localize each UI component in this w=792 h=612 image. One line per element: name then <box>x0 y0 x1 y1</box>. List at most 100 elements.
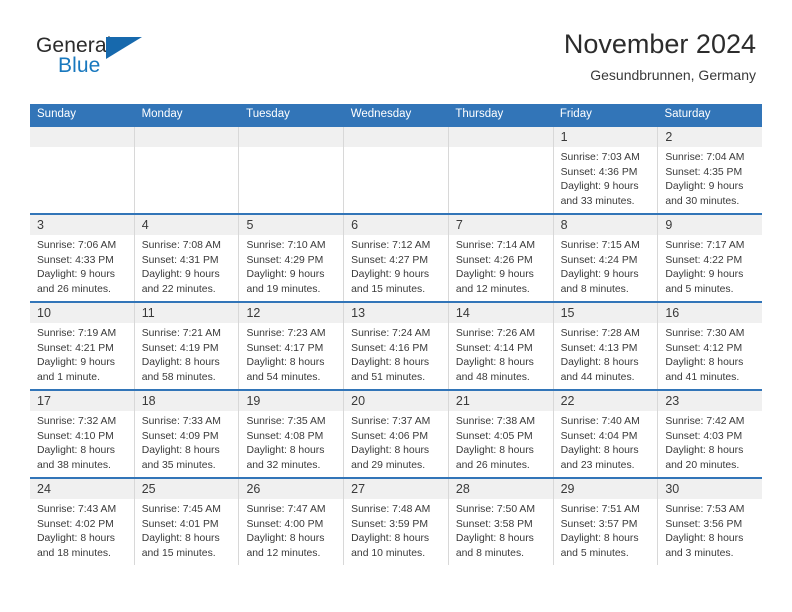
sunset-time: Sunset: 4:21 PM <box>37 342 114 354</box>
day-number: 28 <box>455 482 470 496</box>
day-number: 15 <box>560 306 575 320</box>
sunset-time: Sunset: 4:31 PM <box>141 254 219 266</box>
daylight-duration-line2: and 58 minutes. <box>141 371 216 383</box>
day-details: Sunrise: 7:26 AM Sunset: 4:14 PM Daylight:… <box>448 323 553 386</box>
day-cell[interactable]: 19 Sunrise: 7:35 AM Sunset: 4:08 PM Dayligh… <box>238 391 344 477</box>
calendar-week-row: 24 Sunrise: 7:43 AM Sunset: 4:02 PM Dayligh… <box>30 477 763 565</box>
daylight-duration-line2: and 30 minutes. <box>665 195 740 207</box>
day-cell[interactable]: 17 Sunrise: 7:32 AM Sunset: 4:10 PM Dayligh… <box>30 391 134 477</box>
day-details: Sunrise: 7:24 AM Sunset: 4:16 PM Daylight:… <box>344 323 448 386</box>
day-cell[interactable]: 4 Sunrise: 7:08 AM Sunset: 4:31 PM Daylight… <box>133 215 239 301</box>
sunrise-time: Sunrise: 7:42 AM <box>665 416 745 427</box>
sunrise-time: Sunrise: 7:30 AM <box>665 328 745 339</box>
sunrise-time: Sunrise: 7:19 AM <box>37 328 117 339</box>
day-number: 27 <box>351 482 366 496</box>
day-number-band <box>448 127 553 147</box>
day-cell[interactable]: 14 Sunrise: 7:26 AM Sunset: 4:14 PM Dayligh… <box>447 303 553 389</box>
day-cell[interactable]: 29 Sunrise: 7:51 AM Sunset: 3:57 PM Dayligh… <box>552 479 658 565</box>
day-details: Sunrise: 7:15 AM Sunset: 4:24 PM Daylight:… <box>553 235 658 298</box>
weekday-header-saturday: Saturday <box>664 108 711 120</box>
daylight-duration-line2: and 35 minutes. <box>141 459 216 471</box>
day-number: 26 <box>246 482 261 496</box>
day-number-band: 28 <box>448 479 553 499</box>
day-cell[interactable]: 9 Sunrise: 7:17 AM Sunset: 4:22 PM Daylight… <box>657 215 763 301</box>
sunset-time: Sunset: 3:57 PM <box>560 518 638 530</box>
day-cell[interactable]: 27 Sunrise: 7:48 AM Sunset: 3:59 PM Dayligh… <box>343 479 448 565</box>
calendar-week-row: 1 Sunrise: 7:03 AM Sunset: 4:36 PM Daylight… <box>30 125 763 213</box>
day-number-band: 26 <box>239 479 344 499</box>
daylight-duration-line1: Daylight: 9 hours <box>665 181 744 193</box>
daylight-duration-line1: Daylight: 8 hours <box>141 357 220 369</box>
day-details: Sunrise: 7:28 AM Sunset: 4:13 PM Daylight:… <box>553 323 658 386</box>
sunset-time: Sunset: 4:13 PM <box>560 342 638 354</box>
calendar-week-row: 3 Sunrise: 7:06 AM Sunset: 4:33 PM Daylight… <box>30 213 763 301</box>
sunset-time: Sunset: 4:01 PM <box>141 518 219 530</box>
day-details: Sunrise: 7:48 AM Sunset: 3:59 PM Daylight:… <box>344 499 448 562</box>
day-cell[interactable]: 6 Sunrise: 7:12 AM Sunset: 4:27 PM Daylight… <box>343 215 448 301</box>
day-cell-empty <box>447 127 553 213</box>
day-number: 20 <box>351 394 366 408</box>
day-cell[interactable]: 30 Sunrise: 7:53 AM Sunset: 3:56 PM Dayligh… <box>657 479 763 565</box>
day-cell[interactable]: 26 Sunrise: 7:47 AM Sunset: 4:00 PM Dayligh… <box>238 479 344 565</box>
daylight-duration-line2: and 20 minutes. <box>665 459 740 471</box>
day-number: 6 <box>351 218 359 232</box>
sunset-time: Sunset: 4:35 PM <box>665 166 743 178</box>
day-number-band: 27 <box>344 479 448 499</box>
day-number: 21 <box>455 394 470 408</box>
day-number: 23 <box>665 394 680 408</box>
title-block: November 2024 Gesundbrunnen, Germany <box>564 28 756 85</box>
daylight-duration-line2: and 5 minutes. <box>665 283 734 295</box>
sunset-time: Sunset: 4:06 PM <box>351 430 428 442</box>
day-number-band: 2 <box>658 127 763 147</box>
daylight-duration-line1: Daylight: 8 hours <box>455 445 534 457</box>
day-cell[interactable]: 5 Sunrise: 7:10 AM Sunset: 4:29 PM Daylight… <box>238 215 344 301</box>
daylight-duration-line1: Daylight: 9 hours <box>351 269 430 281</box>
day-cell[interactable]: 16 Sunrise: 7:30 AM Sunset: 4:12 PM Dayligh… <box>657 303 763 389</box>
day-cell-empty <box>343 127 448 213</box>
day-cell[interactable]: 28 Sunrise: 7:50 AM Sunset: 3:58 PM Dayligh… <box>447 479 553 565</box>
day-number-band <box>30 127 134 147</box>
day-number: 14 <box>455 306 470 320</box>
day-number: 16 <box>665 306 680 320</box>
day-number: 22 <box>560 394 575 408</box>
day-details: Sunrise: 7:51 AM Sunset: 3:57 PM Daylight:… <box>553 499 658 562</box>
day-cell[interactable]: 18 Sunrise: 7:33 AM Sunset: 4:09 PM Dayligh… <box>133 391 239 477</box>
sunrise-time: Sunrise: 7:08 AM <box>141 240 221 251</box>
day-cell[interactable]: 3 Sunrise: 7:06 AM Sunset: 4:33 PM Daylight… <box>30 215 134 301</box>
daylight-duration-line2: and 54 minutes. <box>246 371 321 383</box>
day-cell[interactable]: 8 Sunrise: 7:15 AM Sunset: 4:24 PM Daylight… <box>552 215 658 301</box>
day-cell[interactable]: 7 Sunrise: 7:14 AM Sunset: 4:26 PM Daylight… <box>447 215 553 301</box>
daylight-duration-line1: Daylight: 8 hours <box>455 357 534 369</box>
day-cell[interactable]: 22 Sunrise: 7:40 AM Sunset: 4:04 PM Dayligh… <box>552 391 658 477</box>
day-cell[interactable]: 24 Sunrise: 7:43 AM Sunset: 4:02 PM Dayligh… <box>30 479 134 565</box>
day-cell[interactable]: 11 Sunrise: 7:21 AM Sunset: 4:19 PM Dayligh… <box>133 303 239 389</box>
day-cell[interactable]: 23 Sunrise: 7:42 AM Sunset: 4:03 PM Dayligh… <box>657 391 763 477</box>
daylight-duration-line1: Daylight: 8 hours <box>665 357 744 369</box>
daylight-duration-line1: Daylight: 8 hours <box>246 357 325 369</box>
day-number-band: 19 <box>239 391 344 411</box>
day-cell[interactable]: 15 Sunrise: 7:28 AM Sunset: 4:13 PM Dayligh… <box>552 303 658 389</box>
day-cell[interactable]: 1 Sunrise: 7:03 AM Sunset: 4:36 PM Daylight… <box>552 127 658 213</box>
daylight-duration-line1: Daylight: 9 hours <box>455 269 534 281</box>
day-number: 30 <box>665 482 680 496</box>
sunrise-time: Sunrise: 7:03 AM <box>560 152 640 163</box>
day-cell[interactable]: 12 Sunrise: 7:23 AM Sunset: 4:17 PM Dayligh… <box>238 303 344 389</box>
day-number-band: 6 <box>344 215 448 235</box>
sunrise-time: Sunrise: 7:15 AM <box>560 240 640 251</box>
day-number: 11 <box>141 306 155 320</box>
day-number-band: 15 <box>553 303 658 323</box>
sunset-time: Sunset: 4:10 PM <box>37 430 114 442</box>
day-cell[interactable]: 20 Sunrise: 7:37 AM Sunset: 4:06 PM Dayligh… <box>343 391 448 477</box>
sunrise-time: Sunrise: 7:32 AM <box>37 416 117 427</box>
day-cell[interactable]: 25 Sunrise: 7:45 AM Sunset: 4:01 PM Dayligh… <box>133 479 239 565</box>
day-cell[interactable]: 10 Sunrise: 7:19 AM Sunset: 4:21 PM Dayligh… <box>30 303 134 389</box>
general-blue-logo[interactable]: General Blue <box>36 34 166 82</box>
sunset-time: Sunset: 4:27 PM <box>351 254 428 266</box>
day-cell[interactable]: 2 Sunrise: 7:04 AM Sunset: 4:35 PM Daylight… <box>657 127 763 213</box>
sunset-time: Sunset: 4:03 PM <box>665 430 743 442</box>
day-details: Sunrise: 7:37 AM Sunset: 4:06 PM Daylight:… <box>344 411 448 474</box>
day-details: Sunrise: 7:30 AM Sunset: 4:12 PM Daylight:… <box>658 323 763 386</box>
day-cell[interactable]: 21 Sunrise: 7:38 AM Sunset: 4:05 PM Dayligh… <box>447 391 553 477</box>
day-number: 13 <box>351 306 366 320</box>
day-cell[interactable]: 13 Sunrise: 7:24 AM Sunset: 4:16 PM Dayligh… <box>343 303 448 389</box>
